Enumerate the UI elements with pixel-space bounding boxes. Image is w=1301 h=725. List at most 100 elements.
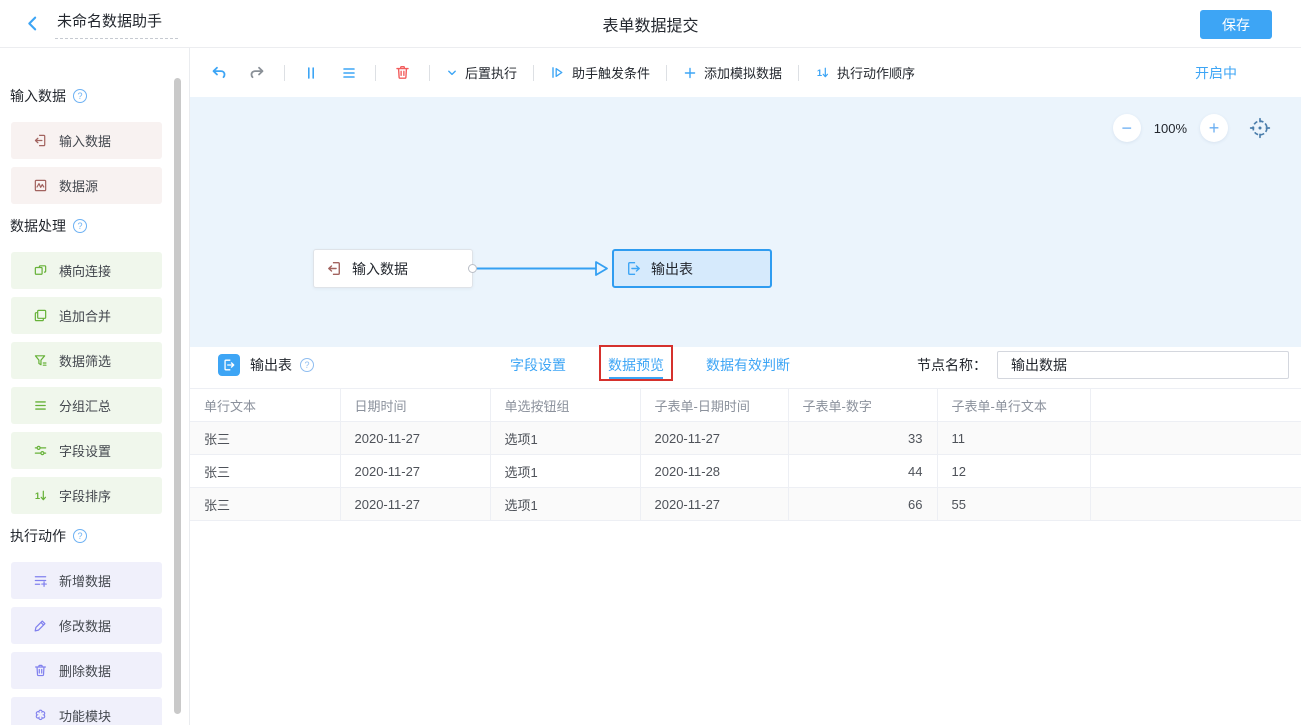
cell: 选项1 [490, 422, 640, 455]
flow-canvas[interactable]: − 100% + 输入数据 [190, 97, 1301, 347]
table-header-row: 单行文本 日期时间 单选按钮组 子表单-日期时间 子表单-数字 子表单-单行文本 [190, 389, 1301, 422]
sidebar-item-field-settings[interactable]: 字段设置 [11, 432, 162, 469]
zoom-in-button[interactable]: + [1200, 114, 1228, 142]
help-icon[interactable]: ? [73, 219, 87, 233]
cell: 张三 [190, 455, 340, 488]
center-canvas-button[interactable] [1249, 117, 1271, 139]
node-input-data[interactable]: 输入数据 [313, 249, 473, 288]
post-execute-button[interactable]: 后置执行 [446, 63, 517, 82]
cell: 2020-11-27 [340, 488, 490, 521]
sidebar-item-add-data[interactable]: 新增数据 [11, 562, 162, 599]
plus-icon [683, 66, 697, 80]
column-header: 子表单-数字 [788, 389, 937, 422]
table-row: 张三 2020-11-27 选项1 2020-11-28 44 12 [190, 455, 1301, 488]
cell: 2020-11-27 [340, 455, 490, 488]
node-name-input[interactable] [997, 351, 1289, 379]
sidebar-item-datasource[interactable]: 数据源 [11, 167, 162, 204]
table-row: 张三 2020-11-27 选项1 2020-11-27 66 55 [190, 488, 1301, 521]
toolbar-divider [429, 65, 430, 81]
cell [1090, 488, 1301, 521]
data-preview-table: 单行文本 日期时间 单选按钮组 子表单-日期时间 子表单-数字 子表单-单行文本… [190, 388, 1301, 521]
sidebar-item-data-filter[interactable]: 数据筛选 [11, 342, 162, 379]
filter-icon [33, 353, 48, 368]
play-trigger-icon [550, 65, 565, 80]
toolbar-button-label: 执行动作顺序 [837, 63, 915, 82]
sidebar-item-label: 新增数据 [59, 571, 111, 590]
tab-data-validation[interactable]: 数据有效判断 [706, 355, 790, 375]
node-output-table[interactable]: 输出表 [612, 249, 772, 288]
sidebar-item-modify-data[interactable]: 修改数据 [11, 607, 162, 644]
redo-button[interactable] [246, 62, 268, 84]
zoom-controls: − 100% + [1113, 114, 1271, 142]
sidebar-item-field-sort[interactable]: 1 字段排序 [11, 477, 162, 514]
action-order-button[interactable]: 1 执行动作顺序 [815, 63, 915, 82]
delete-node-button[interactable] [392, 62, 413, 83]
sidebar-item-append-merge[interactable]: 追加合并 [11, 297, 162, 334]
help-icon[interactable]: ? [300, 358, 314, 372]
sidebar-item-label: 删除数据 [59, 661, 111, 680]
sidebar-item-delete-data[interactable]: 删除数据 [11, 652, 162, 689]
function-module-icon [33, 708, 48, 723]
help-icon[interactable]: ? [73, 529, 87, 543]
assistant-status[interactable]: 开启中 [1195, 63, 1237, 83]
sidebar-section-data-processing: 数据处理 ? [10, 216, 189, 236]
trigger-condition-button[interactable]: 助手触发条件 [550, 63, 650, 82]
section-title: 数据处理 [10, 216, 66, 236]
sidebar-item-input-data[interactable]: 输入数据 [11, 122, 162, 159]
canvas-toolbar: 后置执行 助手触发条件 添加模拟数据 1 执行动作顺序 [190, 48, 1301, 97]
assistant-name[interactable]: 未命名数据助手 [55, 8, 178, 39]
undo-button[interactable] [208, 62, 230, 84]
tab-data-preview[interactable]: 数据预览 [608, 357, 664, 373]
import-icon [33, 133, 48, 148]
edit-data-icon [33, 618, 48, 633]
target-icon [1249, 117, 1271, 139]
sidebar-item-label: 输入数据 [59, 131, 111, 150]
sort-order-icon: 1 [815, 65, 830, 80]
zoom-out-button[interactable]: − [1113, 114, 1141, 142]
toolbar-divider [533, 65, 534, 81]
node-label: 输入数据 [352, 259, 408, 279]
help-icon[interactable]: ? [73, 89, 87, 103]
undo-icon [210, 64, 228, 82]
column-header: 单行文本 [190, 389, 340, 422]
trash-icon [394, 64, 411, 81]
tab-field-settings[interactable]: 字段设置 [510, 355, 566, 375]
sidebar-item-horizontal-join[interactable]: 横向连接 [11, 252, 162, 289]
sidebar-item-label: 横向连接 [59, 261, 111, 280]
field-settings-icon [33, 443, 48, 458]
sidebar-item-group-summary[interactable]: 分组汇总 [11, 387, 162, 424]
toolbar-button-label: 助手触发条件 [572, 63, 650, 82]
node-label: 输出表 [651, 259, 693, 279]
save-button[interactable]: 保存 [1200, 10, 1272, 39]
node-name-group: 节点名称： [917, 351, 1289, 379]
align-button[interactable] [339, 63, 359, 83]
distribute-vertical-icon [303, 65, 319, 81]
cell: 2020-11-27 [640, 488, 788, 521]
page-title: 表单数据提交 [0, 12, 1301, 36]
add-mock-data-button[interactable]: 添加模拟数据 [683, 63, 782, 82]
column-header [1090, 389, 1301, 422]
horizontal-join-icon [33, 263, 48, 278]
sidebar: 输入数据 ? 输入数据 数据源 数据处理 ? 横向连接 [0, 48, 190, 725]
cell: 张三 [190, 422, 340, 455]
cell: 2020-11-27 [340, 422, 490, 455]
field-sort-icon: 1 [33, 488, 48, 503]
output-panel-header: 输出表 ? 字段设置 数据预览 数据有效判断 节点名称： [190, 347, 1301, 383]
connection-port[interactable] [468, 264, 477, 273]
column-header: 日期时间 [340, 389, 490, 422]
column-header: 单选按钮组 [490, 389, 640, 422]
cell: 2020-11-28 [640, 455, 788, 488]
sidebar-item-label: 字段排序 [59, 486, 111, 505]
node-connection-arrow [477, 249, 617, 288]
svg-text:1: 1 [817, 68, 822, 78]
top-header: 未命名数据助手 表单数据提交 保存 [0, 0, 1301, 48]
add-data-icon [33, 573, 48, 588]
cell: 66 [788, 488, 937, 521]
distribute-button[interactable] [301, 63, 321, 83]
toolbar-divider [666, 65, 667, 81]
cell: 2020-11-27 [640, 422, 788, 455]
sidebar-scrollbar-thumb[interactable] [174, 78, 181, 714]
back-button[interactable]: 未命名数据助手 [24, 8, 178, 39]
align-horizontal-icon [341, 65, 357, 81]
sidebar-item-function-module[interactable]: 功能模块 [11, 697, 162, 725]
